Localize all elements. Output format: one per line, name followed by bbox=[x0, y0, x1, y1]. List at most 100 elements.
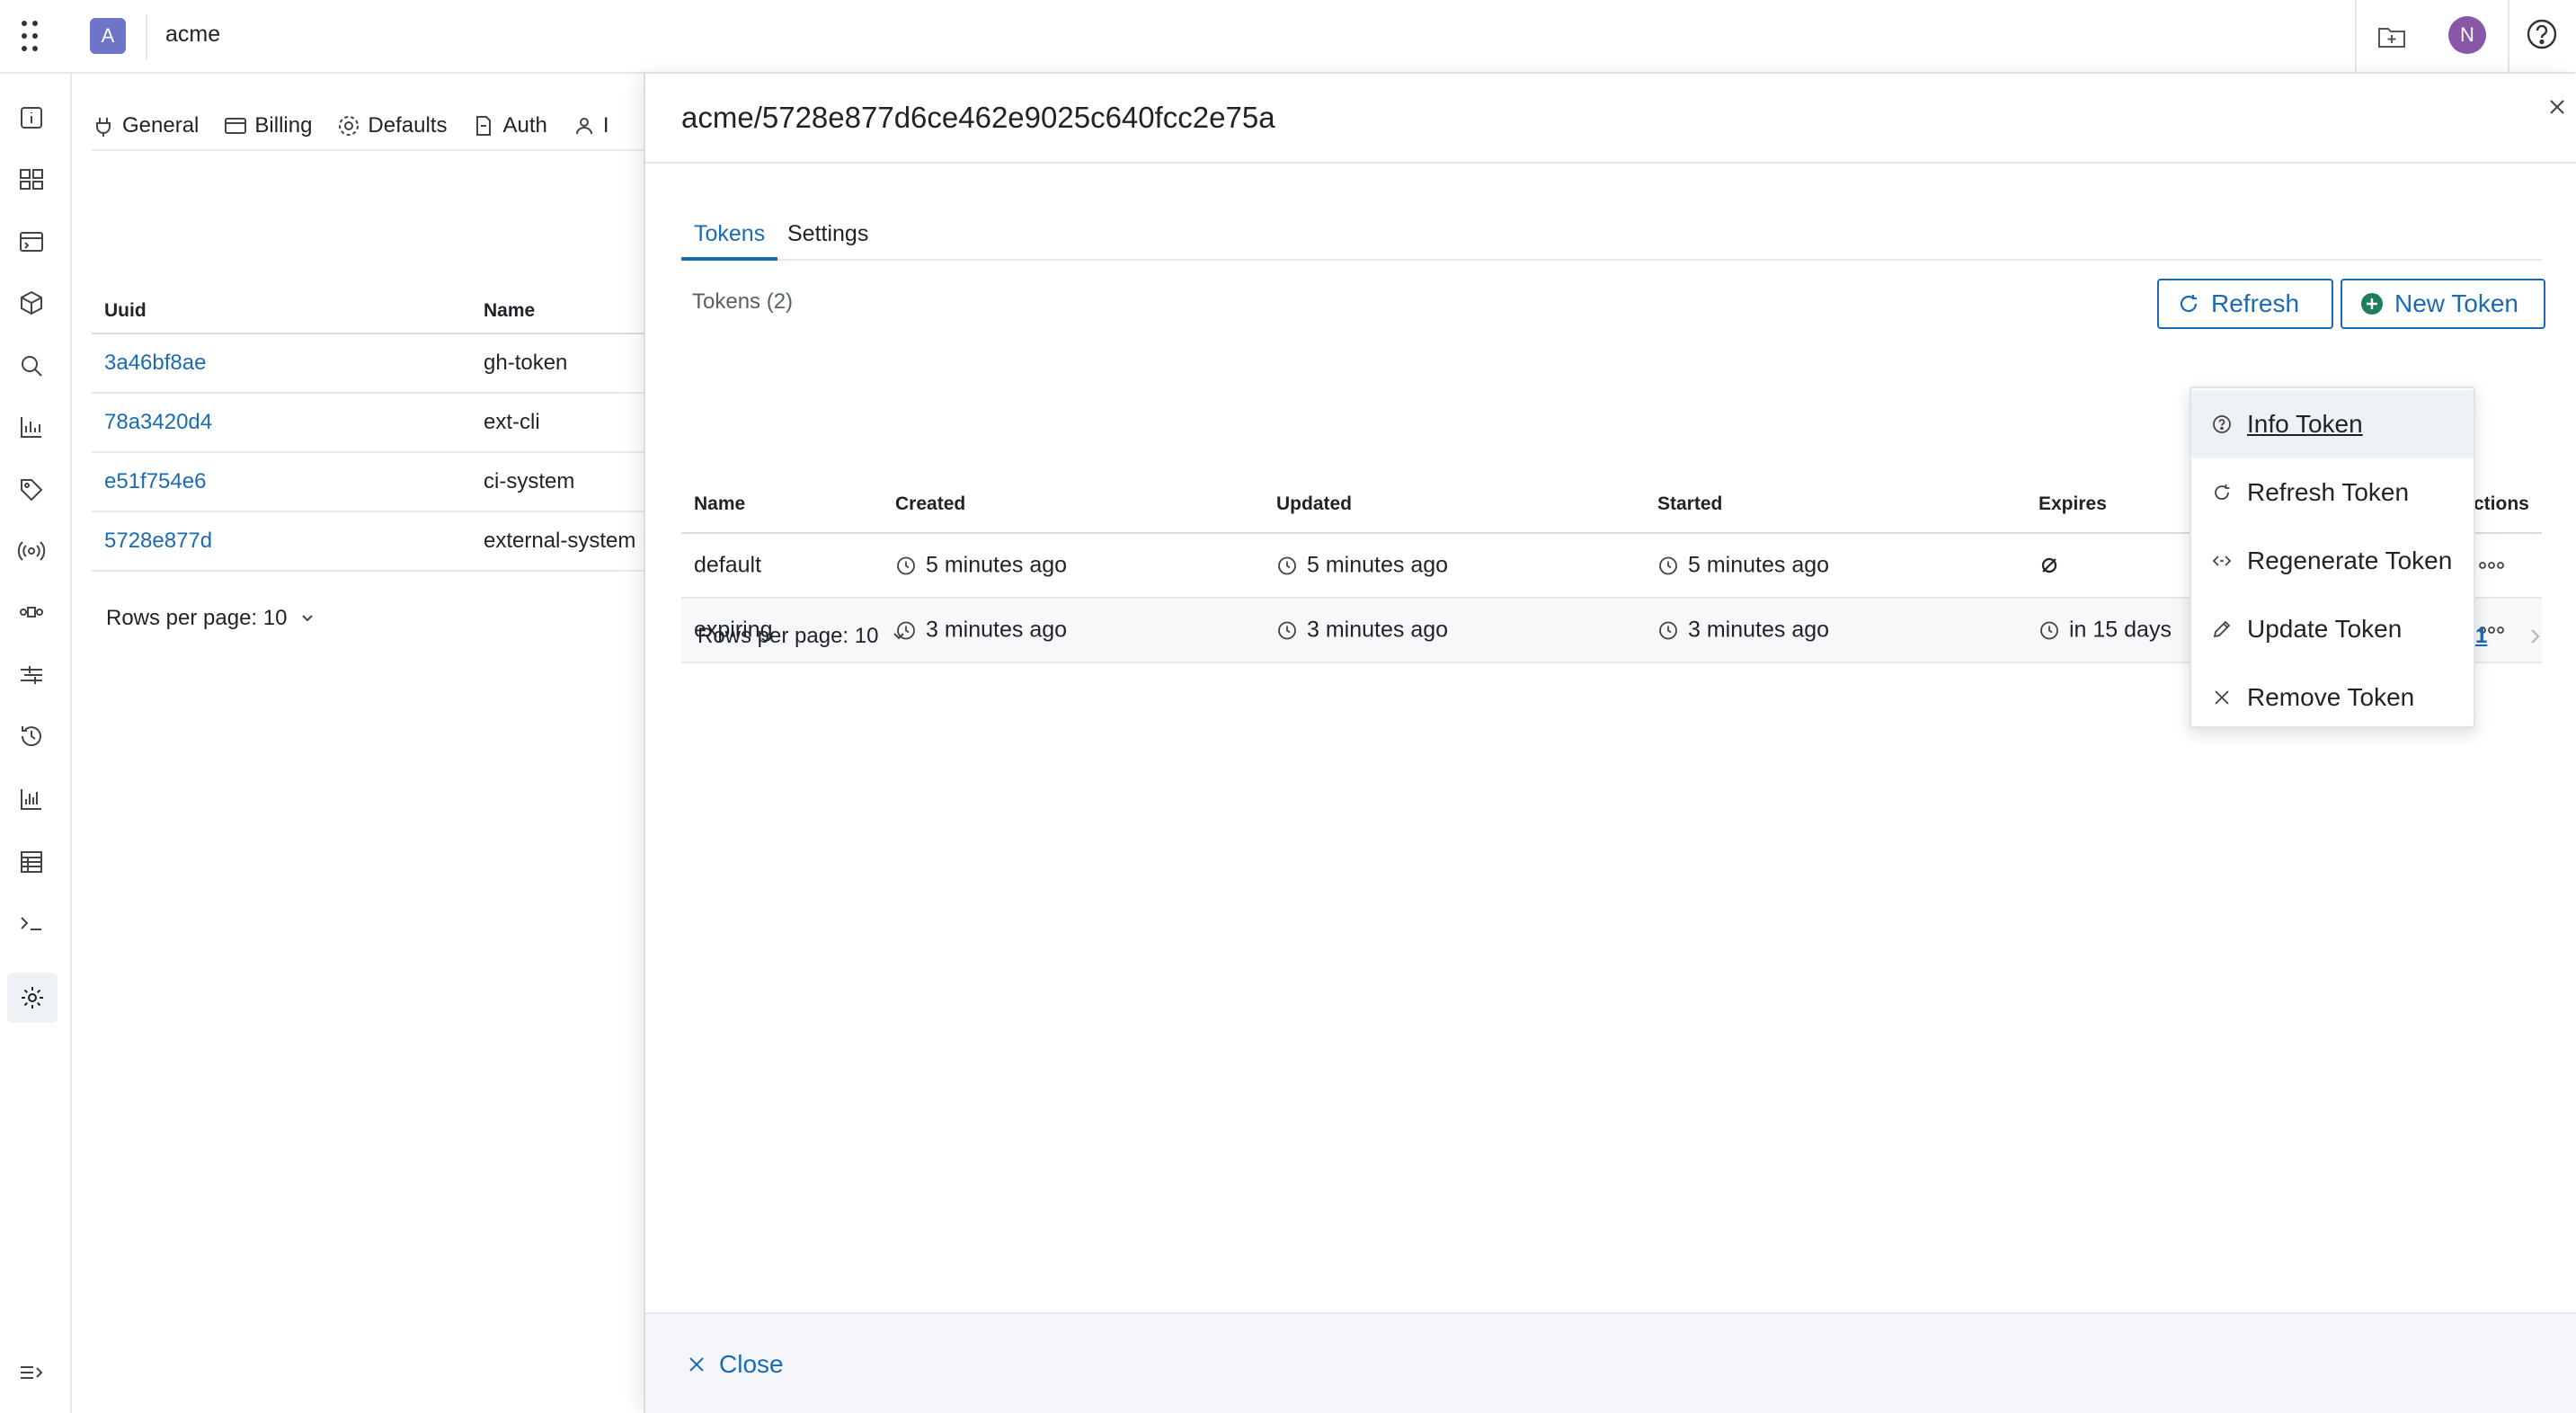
user-avatar[interactable]: N bbox=[2448, 16, 2486, 54]
menu-item-label: Regenerate Token bbox=[2247, 547, 2453, 574]
help-icon[interactable] bbox=[2526, 18, 2558, 50]
rows-per-page-select[interactable]: Rows per page: 10 bbox=[697, 624, 907, 649]
expires-cell bbox=[2039, 555, 2060, 576]
uuid-link[interactable]: 5728e877d bbox=[104, 529, 212, 554]
folder-add-icon[interactable] bbox=[2376, 22, 2407, 52]
menu-item-remove-token[interactable]: Remove Token bbox=[2191, 663, 2474, 732]
column-header-name: Name bbox=[484, 300, 536, 321]
row-name: external-system bbox=[484, 529, 636, 553]
tab-label: Auth bbox=[502, 113, 547, 138]
uuid-link[interactable]: e51f754e6 bbox=[104, 469, 206, 494]
filters-icon[interactable] bbox=[14, 658, 49, 692]
column-header-actions: ctions bbox=[2474, 493, 2529, 514]
broadcast-icon[interactable] bbox=[14, 534, 49, 568]
uuid-link[interactable]: 3a46bf8ae bbox=[104, 351, 206, 376]
tab-label: Billing bbox=[254, 113, 313, 138]
table-row: 78a3420d4 ext-cli bbox=[92, 394, 644, 453]
tab-general[interactable]: General bbox=[92, 106, 199, 146]
table-header: Uuid Name bbox=[92, 289, 644, 334]
package-icon[interactable] bbox=[14, 286, 49, 320]
refresh-icon bbox=[2180, 295, 2198, 313]
tokens-count: Tokens (2) bbox=[692, 289, 794, 314]
drawer-tabs: Tokens Settings bbox=[681, 210, 2542, 261]
created-cell: 3 minutes ago bbox=[895, 618, 1067, 644]
tab-settings[interactable]: Settings bbox=[775, 210, 881, 261]
close-icon[interactable] bbox=[2544, 93, 2571, 120]
search-icon[interactable] bbox=[14, 349, 49, 383]
settings-gear-icon[interactable] bbox=[7, 973, 58, 1023]
pipeline-icon[interactable] bbox=[14, 595, 49, 629]
terminal-icon[interactable] bbox=[14, 906, 49, 940]
updated-value: 3 minutes ago bbox=[1307, 617, 1449, 643]
clock-icon bbox=[1659, 621, 1677, 639]
row-name: ext-cli bbox=[484, 410, 540, 434]
expires-cell: in 15 days bbox=[2039, 618, 2172, 644]
tab-users[interactable]: I bbox=[573, 106, 609, 146]
menu-item-refresh-token[interactable]: Refresh Token bbox=[2191, 458, 2474, 527]
info-icon[interactable] bbox=[14, 101, 49, 135]
started-value: 3 minutes ago bbox=[1688, 617, 1830, 643]
menu-item-label: Update Token bbox=[2247, 615, 2403, 643]
menu-item-regenerate-token[interactable]: Regenerate Token bbox=[2191, 527, 2474, 595]
menu-item-label: Refresh Token bbox=[2247, 478, 2410, 506]
close-button[interactable]: Close bbox=[687, 1350, 784, 1379]
table-row: e51f754e6 ci-system bbox=[92, 453, 644, 512]
updated-value: 5 minutes ago bbox=[1307, 552, 1449, 578]
plus-circle-icon bbox=[2361, 293, 2383, 315]
column-header-created: Created bbox=[895, 493, 966, 514]
started-cell: 3 minutes ago bbox=[1657, 618, 1829, 644]
tag-icon[interactable] bbox=[14, 473, 49, 507]
apps-grid-icon[interactable] bbox=[20, 18, 41, 54]
column-header-uuid: Uuid bbox=[104, 300, 147, 321]
background-table: Uuid Name 3a46bf8ae gh-token 78a3420d4 e… bbox=[92, 289, 644, 572]
tab-label: I bbox=[602, 113, 609, 138]
refresh-icon bbox=[2215, 484, 2230, 500]
tab-label: General bbox=[122, 113, 200, 138]
question-circle-icon bbox=[2213, 415, 2231, 433]
console-window-icon[interactable] bbox=[14, 225, 49, 259]
left-nav-rail bbox=[0, 74, 72, 1413]
clock-icon bbox=[897, 556, 915, 574]
tab-billing[interactable]: Billing bbox=[224, 106, 312, 146]
menu-item-info-token[interactable]: Info Token bbox=[2191, 390, 2474, 458]
chevron-right-icon[interactable] bbox=[2524, 626, 2545, 647]
tab-defaults[interactable]: Defaults bbox=[337, 106, 447, 146]
new-token-button[interactable]: New Token bbox=[2341, 279, 2545, 329]
code-icon bbox=[2212, 555, 2232, 566]
expand-sidebar-icon[interactable] bbox=[14, 1355, 49, 1390]
table-row: 3a46bf8ae gh-token bbox=[92, 334, 644, 394]
page-number[interactable]: 1 bbox=[2475, 624, 2487, 649]
drawer-title: acme/5728e877d6ce462e9025c640fcc2e75a bbox=[681, 101, 1275, 134]
uuid-link[interactable]: 78a3420d4 bbox=[104, 410, 212, 435]
top-bar: A acme N bbox=[0, 0, 2576, 74]
dashboard-icon[interactable] bbox=[14, 162, 49, 196]
org-name[interactable]: acme bbox=[165, 22, 220, 48]
token-actions-menu: Info Token Refresh Token Regenerate Toke… bbox=[2190, 387, 2475, 728]
divider bbox=[146, 14, 147, 59]
bar-chart-icon[interactable] bbox=[14, 782, 49, 816]
user-icon bbox=[575, 118, 592, 135]
table-row: 5728e877d external-system bbox=[92, 512, 644, 572]
column-header-expires: Expires bbox=[2039, 493, 2107, 514]
tab-tokens[interactable]: Tokens bbox=[681, 210, 778, 261]
menu-item-label: Info Token bbox=[2247, 410, 2363, 438]
started-cell: 5 minutes ago bbox=[1657, 553, 1829, 579]
history-icon[interactable] bbox=[14, 719, 49, 753]
org-badge[interactable]: A bbox=[90, 18, 126, 54]
analytics-icon[interactable] bbox=[14, 410, 49, 444]
column-header-name: Name bbox=[694, 493, 746, 514]
menu-item-update-token[interactable]: Update Token bbox=[2191, 595, 2474, 663]
rows-per-page-select[interactable]: Rows per page: 10 bbox=[106, 606, 315, 631]
expires-value: in 15 days bbox=[2069, 617, 2172, 643]
tab-auth[interactable]: Auth bbox=[472, 106, 547, 146]
rows-per-page-label: Rows per page: 10 bbox=[697, 624, 879, 648]
row-actions[interactable] bbox=[2474, 552, 2509, 579]
divider bbox=[2508, 0, 2509, 74]
created-cell: 5 minutes ago bbox=[895, 553, 1067, 579]
refresh-button[interactable]: Refresh bbox=[2157, 279, 2333, 329]
table-icon[interactable] bbox=[14, 845, 49, 879]
more-icon[interactable] bbox=[2474, 552, 2509, 579]
token-drawer: acme/5728e877d6ce462e9025c640fcc2e75a To… bbox=[644, 74, 2576, 1413]
chevron-down-icon bbox=[893, 633, 905, 640]
column-header-started: Started bbox=[1657, 493, 1723, 514]
